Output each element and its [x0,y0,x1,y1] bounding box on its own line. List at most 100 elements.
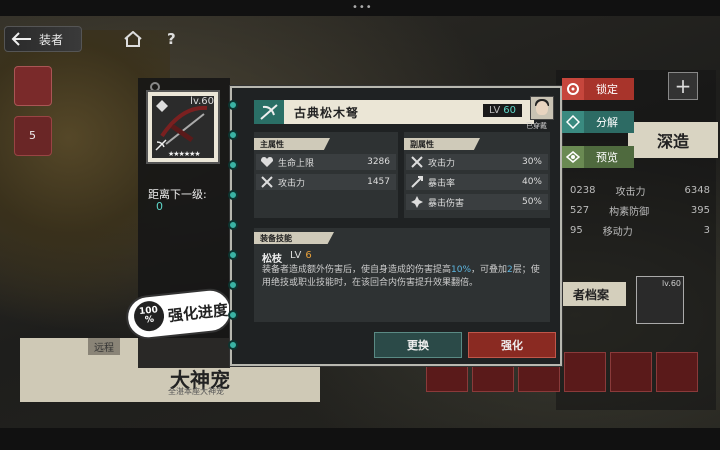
ring-icon [228,340,238,350]
ring-icon [228,280,238,290]
deep-build-button[interactable]: 深造 [628,122,718,158]
ring-icon [228,160,238,170]
character-subtitle: 全湛本座大神宠 [168,387,224,396]
equipment-skill-box: 装备技能 松枝 LV 6 装备者造成额外伤害后，使自身造成的伤害提高10%，可叠加… [254,228,550,322]
decompose-button[interactable]: 分解 [562,111,634,133]
stat-label: 攻击力 [428,158,456,169]
crit-damage-icon [411,196,423,208]
back-arrow-icon [11,32,31,46]
stat-label: 生命上限 [278,158,315,169]
progress-unit: % [144,314,155,326]
bg-stat-value: 6348 [684,184,710,196]
skill-name: 松枝 [262,254,282,265]
badge-count: 5 [29,129,36,142]
main-attr-title: 主属性 [254,138,330,150]
skill-description: 装备者造成额外伤害后，使自身造成的伤害提高10%，可叠加2层；使用绝技或职业技能… [262,264,546,290]
crossed-swords-icon [411,156,423,168]
bg-stat-value: 3 [703,224,710,236]
decompose-label: 分解 [596,116,618,129]
add-button[interactable]: + [668,72,698,100]
back-button[interactable]: 装者 [4,26,82,52]
stat-value: 3286 [367,157,390,167]
back-label: 装者 [39,32,64,47]
sub-attr-title: 副属性 [404,138,480,150]
background-stats: 0238 攻击力 6348 527 构素防御 395 95 移动力 3 [570,180,710,240]
bg-stat-left: 95 [570,224,583,236]
level-prefix: LV [488,105,501,116]
skill-level-prefix: LV [290,250,302,261]
left-menu-badge[interactable] [14,66,52,106]
skill-slot[interactable] [656,352,698,392]
help-icon[interactable]: ? [167,30,176,48]
bg-stat-left: 527 [570,204,590,216]
skill-level: LV 6 [290,250,312,261]
left-menu-badge-count[interactable]: 5 [14,116,52,156]
stat-label: 暴击伤害 [428,198,465,209]
ring-icon [228,100,238,110]
rarity-stars-icon: ★★★★★★ [168,150,201,158]
bg-stat-value: 395 [690,204,710,216]
level-value: 60 [503,105,516,116]
stat-value: 1457 [367,177,390,187]
progress-percent: 100 % [132,299,166,333]
gem-icon [156,100,168,112]
main-stat-row: 攻击力 1457 [256,174,396,190]
bow-header-icon [254,100,284,124]
decompose-icon [562,111,584,133]
equipment-level: lv.60 [190,96,214,107]
enhance-button[interactable]: 强化 [468,332,556,358]
lock-label: 锁定 [596,83,618,96]
lock-icon [562,78,584,100]
equipment-thumbnail[interactable]: lv.60 [636,276,684,324]
bg-stat-label: 构素防御 [609,206,650,218]
preview-icon [562,146,584,168]
sub-stat-row: 暴击伤害 50% [406,194,548,210]
preview-button[interactable]: 预览 [562,146,634,168]
home-icon[interactable] [124,31,142,47]
stat-value: 30% [521,157,542,167]
crossed-swords-icon [261,176,273,188]
next-level-value: 0 [156,200,163,213]
bg-stat-label: 移动力 [602,226,633,238]
bg-stat-row: 95 移动力 3 [570,220,710,240]
stat-label: 攻击力 [278,178,306,189]
more-dots-icon[interactable]: ••• [352,2,373,13]
bg-stat-row: 0238 攻击力 6348 [570,180,710,200]
weapon-name: 古典松木弩 [294,105,360,120]
weapon-level-box: LV 60 [482,104,522,117]
skill-level-value: 6 [305,250,312,261]
ring-icon [228,190,238,200]
skill-desc-part: ，可叠加 [471,265,508,275]
range-tag: 远程 [88,338,120,355]
equipped-label: 已穿戴 [526,122,547,130]
main-stat-row: 生命上限 3286 [256,154,396,170]
bottom-bar [0,428,720,450]
stat-value: 50% [521,197,542,207]
ring-icon [228,130,238,140]
archive-tab[interactable]: 者档案 [556,282,626,306]
bg-stat-label: 攻击力 [615,186,646,198]
avatar-face [536,101,548,115]
crit-icon [411,176,423,188]
progress-label: 强化进度 [167,300,229,326]
owner-avatar[interactable] [530,96,554,120]
binder-rings [228,94,242,364]
ring-icon [228,220,238,230]
preview-label: 预览 [596,151,618,164]
equipment-thumbnail-level: lv.60 [661,279,681,288]
sub-stat-row: 暴击率 40% [406,174,548,190]
sub-stat-row: 攻击力 30% [406,154,548,170]
top-status-bar: ••• [0,0,720,16]
skill-slot[interactable] [610,352,652,392]
skill-desc-part: 装备者造成额外伤害后，使自身造成的伤害提高 [262,265,452,275]
change-button[interactable]: 更换 [374,332,462,358]
stat-label: 暴击率 [428,178,456,189]
skill-slot[interactable] [564,352,606,392]
bg-stat-left: 0238 [570,184,596,196]
weapon-header: 古典松木弩 LV 60 [254,100,534,124]
equipment-detail-popup: 古典松木弩 LV 60 已穿戴 主属性 生命上限 3286 攻击力 1457 副属… [230,86,562,366]
equipment-icon[interactable]: lv.60 ★★★★★★ [146,90,220,164]
ring-icon [228,250,238,260]
lock-button[interactable]: 锁定 [562,78,634,100]
skill-title: 装备技能 [254,232,334,244]
